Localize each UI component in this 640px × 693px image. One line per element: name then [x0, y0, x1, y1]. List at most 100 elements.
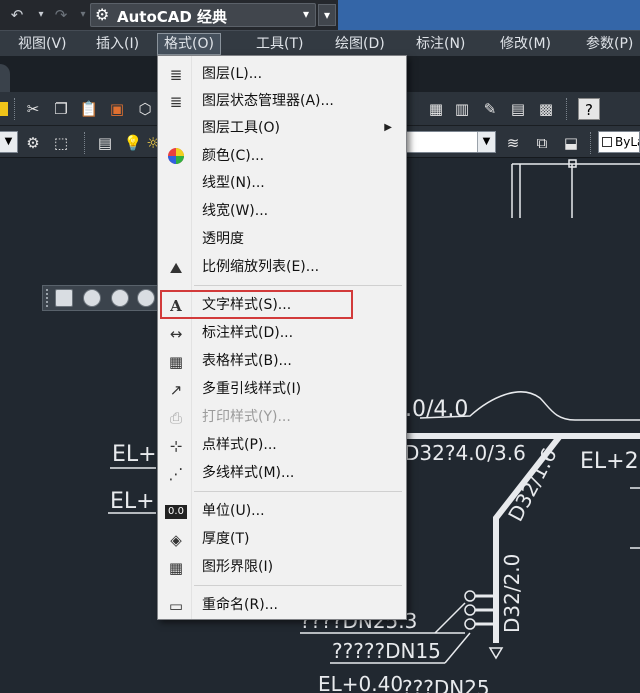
gear-icon: ⚙: [95, 5, 110, 24]
menu-insert[interactable]: 插入(I): [90, 33, 145, 55]
thickness-icon: ◈: [170, 531, 182, 549]
menu-item-label: 表格样式(B)...: [202, 353, 292, 369]
toolbar-lock-icon[interactable]: ⬚: [50, 132, 72, 154]
menu-item-linetype[interactable]: 线型(N)...: [160, 170, 404, 197]
menu-item-label: 透明度: [202, 231, 244, 247]
menu-item-color[interactable]: 颜色(C)...: [160, 143, 404, 170]
menu-item-table-style[interactable]: ▦ 表格样式(B)...: [160, 348, 404, 375]
rename-icon: ▭: [168, 597, 184, 615]
customize-quick-access-button[interactable]: ▾: [318, 4, 336, 26]
menu-format[interactable]: 格式(O): [157, 33, 221, 55]
menu-item-label: 图层工具(O): [202, 120, 280, 136]
menu-item-units[interactable]: 0.0 单位(U)...: [160, 498, 404, 525]
menu-item-label: 图层(L)...: [202, 66, 263, 82]
menu-item-label: 点样式(P)...: [202, 437, 277, 453]
help-icon[interactable]: ?: [578, 98, 600, 120]
chevron-down-icon: ▾: [302, 7, 309, 21]
menu-item-label: 颜色(C)...: [202, 148, 265, 164]
layer-combo[interactable]: ▼: [400, 131, 496, 153]
point-style-icon: ⊹: [169, 437, 183, 455]
menu-item-thickness[interactable]: ◈ 厚度(T): [160, 526, 404, 553]
submenu-arrow-icon: ▶: [384, 122, 392, 133]
elevation-label: EL+2.: [580, 449, 640, 474]
menu-item-point-style[interactable]: ⊹ 点样式(P)...: [160, 432, 404, 459]
globe-icon[interactable]: [83, 289, 101, 307]
sheet-set-icon[interactable]: ▤: [507, 98, 529, 120]
menu-item-multiline-style[interactable]: ⋰ 多线样式(M)...: [160, 460, 404, 487]
workspace-combo[interactable]: ▼: [0, 131, 18, 153]
menu-item-label: 比例缩放列表(E)...: [202, 259, 320, 275]
file-tab[interactable]: [0, 64, 10, 92]
globe-icon[interactable]: [111, 289, 129, 307]
menu-item-text-style[interactable]: A 文字样式(S)...: [160, 292, 404, 319]
menu-separator: [194, 585, 402, 586]
menu-item-rename[interactable]: ▭ 重命名(R)...: [160, 592, 404, 619]
menu-item-transparency[interactable]: 透明度: [160, 226, 404, 253]
drawing-limits-icon: ▦: [168, 559, 184, 577]
menu-item-layer-state-manager[interactable]: ≣ 图层状态管理器(A)...: [160, 88, 404, 115]
copy-icon[interactable]: ❐: [50, 98, 72, 120]
settings-gear-icon[interactable]: ⚙: [22, 132, 44, 154]
table-style-icon: ▦: [168, 353, 184, 371]
menu-item-label: 打印样式(Y)...: [202, 409, 291, 425]
layer-previous-icon[interactable]: ⧉: [531, 132, 553, 154]
layer-match-icon[interactable]: ⬓: [560, 132, 582, 154]
globe-icon[interactable]: [137, 289, 155, 307]
properties-icon[interactable]: ▦: [425, 98, 447, 120]
chevron-down-icon: ▼: [477, 132, 495, 152]
menu-item-label: 线型(N)...: [202, 175, 265, 191]
menu-item-label: 标注样式(D)...: [202, 325, 294, 341]
menu-view[interactable]: 视图(V): [12, 33, 73, 55]
pipe-label: D32?4.0/3.6: [404, 441, 526, 465]
view-cube-icon[interactable]: [55, 289, 73, 307]
layer-manager-icon[interactable]: ▤: [94, 132, 116, 154]
menu-item-layer-tools[interactable]: 图层工具(O) ▶: [160, 115, 404, 142]
menu-item-label: 厚度(T): [202, 531, 250, 547]
menu-item-label: 重命名(R)...: [202, 597, 279, 613]
cut-icon[interactable]: ✂: [22, 98, 44, 120]
plot-style-icon: ⎙: [169, 409, 182, 427]
toolbar-grip-handle[interactable]: [46, 289, 50, 307]
menu-modify[interactable]: 修改(M): [494, 33, 557, 55]
paste-icon[interactable]: 📋: [78, 98, 100, 120]
units-icon: 0.0: [165, 505, 187, 519]
undo-icon[interactable]: ↶: [4, 4, 30, 26]
workspace-selector[interactable]: ⚙ AutoCAD 经典 ▾: [90, 3, 316, 27]
menu-item-drawing-limits[interactable]: ▦ 图形界限(I): [160, 554, 404, 581]
color-wheel-icon: [165, 147, 187, 167]
workspace-label: AutoCAD 经典: [117, 8, 228, 26]
menu-item-label: 线宽(W)...: [202, 203, 269, 219]
menu-item-dimension-style[interactable]: ↔ 标注样式(D)...: [160, 320, 404, 347]
menu-item-multileader-style[interactable]: ↗ 多重引线样式(I): [160, 376, 404, 403]
menu-tools[interactable]: 工具(T): [250, 33, 309, 55]
dimension-style-icon: ↔: [169, 325, 183, 343]
elevation-label: EL+0.40: [318, 672, 403, 693]
valve-symbol: [464, 618, 476, 630]
layer-icon: ≣: [169, 66, 183, 84]
multileader-style-icon: ↗: [169, 381, 183, 399]
toolbar-edge-icon: [0, 102, 8, 116]
menu-item-lineweight[interactable]: 线宽(W)...: [160, 198, 404, 225]
block-icon[interactable]: ⬡: [134, 98, 156, 120]
color-swatch: [602, 137, 612, 147]
menu-draw[interactable]: 绘图(D): [329, 33, 391, 55]
calculator-icon[interactable]: ▩: [535, 98, 557, 120]
design-center-icon[interactable]: ▥: [451, 98, 473, 120]
menu-dimension[interactable]: 标注(N): [410, 33, 471, 55]
format-dropdown-menu: ≣ 图层(L)... ≣ 图层状态管理器(A)... 图层工具(O) ▶ 颜色(…: [157, 55, 407, 620]
light-bulb-icon[interactable]: 💡: [122, 132, 144, 154]
markup-icon[interactable]: ✎: [479, 98, 501, 120]
menu-item-label: 图层状态管理器(A)...: [202, 93, 334, 109]
make-current-layer-icon[interactable]: ≋: [502, 132, 524, 154]
match-properties-icon[interactable]: ▣: [106, 98, 128, 120]
menu-item-layer[interactable]: ≣ 图层(L)...: [160, 61, 404, 88]
leader-line: [434, 602, 466, 634]
menu-separator: [194, 285, 402, 286]
pipe-label: .0/4.0: [405, 397, 468, 422]
menu-item-label: 图形界限(I): [202, 559, 274, 575]
color-combo[interactable]: ByLayer: [598, 131, 640, 153]
layer-state-icon: ≣: [169, 93, 183, 111]
menu-item-scale-list[interactable]: ⛰ 比例缩放列表(E)...: [160, 254, 404, 281]
menu-parameters[interactable]: 参数(P): [580, 33, 639, 55]
bylayer-label: ByLayer: [615, 135, 639, 149]
